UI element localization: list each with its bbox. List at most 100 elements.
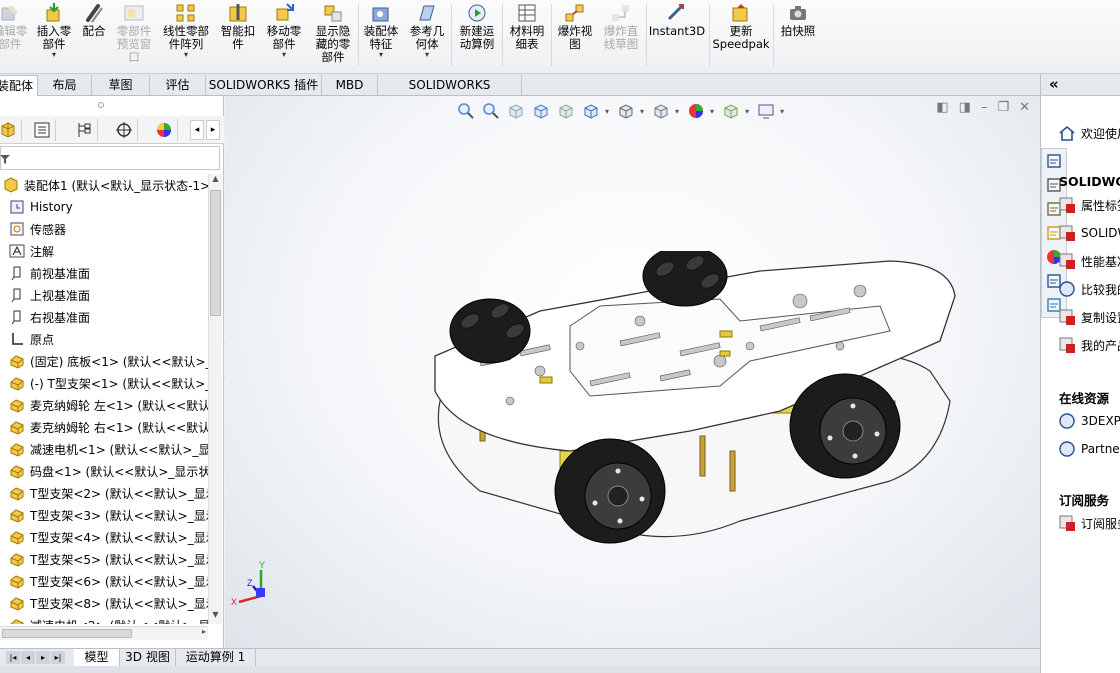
tab-sketch[interactable]: 草图	[92, 75, 150, 96]
task-pane-link[interactable]: 比较我的	[1057, 280, 1120, 298]
edit-component-button[interactable]: 编辑零 部件	[0, 2, 34, 51]
graphics-area[interactable]: ▾ ▾ ▾ ▾ ▾ ▾ ◧ ◨ – ❐ ✕ X Y Z	[225, 96, 1040, 648]
linear-pattern-button[interactable]: 线性零部 件阵列 ▾	[158, 2, 214, 59]
tree-vertical-scrollbar[interactable]: ▲ ▼	[208, 174, 222, 624]
dimxpert-manager-tab[interactable]	[110, 119, 138, 141]
view-orientation-button[interactable]	[580, 101, 602, 121]
collapse-double-chevron-icon[interactable]: «	[1049, 74, 1059, 94]
tree-item[interactable]: 原点	[0, 328, 208, 350]
task-pane-link[interactable]: 订阅服务	[1057, 514, 1120, 532]
view-settings-button[interactable]	[755, 101, 777, 121]
tree-item[interactable]: T型支架<8> (默认<<默认>_显示	[0, 592, 208, 614]
mecanum-wheel-rear-left[interactable]	[642, 251, 728, 307]
chevron-down-icon[interactable]: ▾	[745, 107, 749, 116]
minimize-icon[interactable]: –	[981, 100, 988, 115]
tree-horizontal-scrollbar[interactable]: ▸	[0, 626, 208, 640]
scroll-down-icon[interactable]: ▼	[210, 610, 221, 622]
chevron-down-icon[interactable]: ▾	[605, 107, 609, 116]
chevron-down-icon[interactable]: ▾	[282, 51, 286, 59]
chevron-down-icon[interactable]: ▾	[425, 51, 429, 59]
task-pane-link[interactable]: 属性标签	[1057, 196, 1120, 214]
first-tab-icon[interactable]: |◂	[6, 651, 20, 664]
display-style-button[interactable]	[615, 101, 637, 121]
chevron-down-icon[interactable]: ▾	[52, 51, 56, 59]
tile-right-icon[interactable]: ◨	[959, 100, 971, 115]
instant3d-button[interactable]: Instant3D	[648, 2, 706, 38]
tree-item[interactable]: T型支架<2> (默认<<默认>_显示	[0, 482, 208, 504]
tab-solidworks-inspection[interactable]: SOLIDWORKS Inspection	[378, 75, 522, 112]
scroll-right-icon[interactable]: ▸	[202, 627, 206, 636]
task-pane-link[interactable]: 我的产品	[1057, 336, 1120, 354]
apply-scene-button[interactable]	[720, 101, 742, 121]
tree-item[interactable]: T型支架<6> (默认<<默认>_显示	[0, 570, 208, 592]
previous-view-button[interactable]	[505, 101, 527, 121]
prev-tab-icon[interactable]: ◂	[21, 651, 35, 664]
robot-car-model[interactable]	[420, 251, 980, 551]
tab-3d-view[interactable]: 3D 视图	[120, 649, 176, 666]
smart-fasteners-button[interactable]: 智能扣 件	[216, 2, 260, 51]
zoom-to-fit-button[interactable]	[455, 101, 477, 121]
tree-item[interactable]: 码盘<1> (默认<<默认>_显示状	[0, 460, 208, 482]
assembly-features-button[interactable]: 装配体 特征 ▾	[360, 2, 402, 59]
restore-icon[interactable]: ❐	[997, 100, 1009, 115]
tab-motion-study-1[interactable]: 运动算例 1	[176, 649, 256, 666]
task-pane-link[interactable]: 3DEXPE	[1057, 412, 1120, 430]
chevron-down-icon[interactable]: ▾	[184, 51, 188, 59]
tile-left-icon[interactable]: ◧	[936, 100, 948, 115]
hide-show-items-button[interactable]	[650, 101, 672, 121]
tree-item[interactable]: 前视基准面	[0, 262, 208, 284]
task-pane-link[interactable]: SOLIDW	[1057, 224, 1120, 242]
bill-of-materials-button[interactable]: 材料明 细表	[504, 2, 550, 51]
mecanum-wheel-rear-right[interactable]	[789, 373, 901, 479]
tree-item[interactable]: 麦克纳姆轮 左<1> (默认<<默认	[0, 394, 208, 416]
update-speedpak-button[interactable]: 更新 Speedpak	[712, 2, 770, 51]
display-manager-tab[interactable]	[150, 119, 178, 141]
tab-assembly[interactable]: 装配体	[0, 75, 38, 96]
tab-mbd[interactable]: MBD	[322, 75, 378, 96]
close-icon[interactable]: ✕	[1019, 100, 1030, 115]
tab-model[interactable]: 模型	[74, 649, 120, 666]
tree-item[interactable]: T型支架<4> (默认<<默认>_显示	[0, 526, 208, 548]
tree-item[interactable]: 注解	[0, 240, 208, 262]
snapshot-button[interactable]: 拍快照	[776, 2, 820, 38]
tab-evaluate[interactable]: 评估	[150, 75, 206, 96]
new-motion-study-button[interactable]: 新建运 动算例	[454, 2, 500, 51]
mecanum-wheel-front-right[interactable]	[554, 438, 666, 544]
tree-item[interactable]: (固定) 底板<1> (默认<<默认>_	[0, 350, 208, 372]
scrollbar-thumb[interactable]	[2, 629, 132, 638]
property-manager-tab[interactable]	[28, 119, 56, 141]
tree-item[interactable]: 麦克纳姆轮 右<1> (默认<<默认	[0, 416, 208, 438]
mate-button[interactable]: 配合	[78, 2, 110, 38]
tree-item[interactable]: History	[0, 196, 208, 218]
tree-item[interactable]: 装配体1 (默认<默认_显示状态-1>)	[0, 174, 208, 196]
reference-geometry-button[interactable]: 参考几 何体 ▾	[406, 2, 448, 59]
task-pane-link[interactable]: 复制设置	[1057, 308, 1120, 326]
last-tab-icon[interactable]: ▸|	[51, 651, 65, 664]
task-pane-link[interactable]: 性能基准	[1057, 252, 1120, 270]
insert-component-button[interactable]: 插入零 部件 ▾	[30, 2, 78, 59]
zoom-to-area-button[interactable]	[480, 101, 502, 121]
chevron-down-icon[interactable]: ▾	[640, 107, 644, 116]
edit-appearance-button[interactable]	[685, 101, 707, 121]
tree-filter-field[interactable]	[0, 146, 220, 170]
tree-item[interactable]: 减速电机<2> (默认<<默认>_显	[0, 614, 208, 624]
chevron-down-icon[interactable]: ▾	[710, 107, 714, 116]
exploded-view-button[interactable]: 爆炸视 图	[553, 2, 597, 51]
tree-item[interactable]: T型支架<3> (默认<<默认>_显示	[0, 504, 208, 526]
mecanum-wheel-front-left[interactable]	[449, 298, 531, 364]
component-preview-button[interactable]: 零部件 预览窗 口	[110, 2, 158, 64]
section-view-button[interactable]	[530, 101, 552, 121]
explode-line-sketch-button[interactable]: 爆炸直 线草图	[598, 2, 644, 51]
configuration-manager-tab[interactable]	[70, 119, 98, 141]
show-hidden-components-button[interactable]: 显示隐 藏的零 部件	[310, 2, 356, 64]
scrollbar-thumb[interactable]	[210, 190, 221, 316]
tree-item[interactable]: 右视基准面	[0, 306, 208, 328]
chevron-down-icon[interactable]: ▾	[379, 51, 383, 59]
scroll-right-icon[interactable]: ▸	[206, 120, 220, 140]
home-tab[interactable]	[1042, 149, 1066, 173]
tab-layout[interactable]: 布局	[38, 75, 92, 96]
next-tab-icon[interactable]: ▸	[36, 651, 50, 664]
panel-grip-icon[interactable]	[98, 102, 104, 108]
tree-item[interactable]: (-) T型支架<1> (默认<<默认>_	[0, 372, 208, 394]
task-pane-link[interactable]: Partner	[1057, 440, 1120, 458]
